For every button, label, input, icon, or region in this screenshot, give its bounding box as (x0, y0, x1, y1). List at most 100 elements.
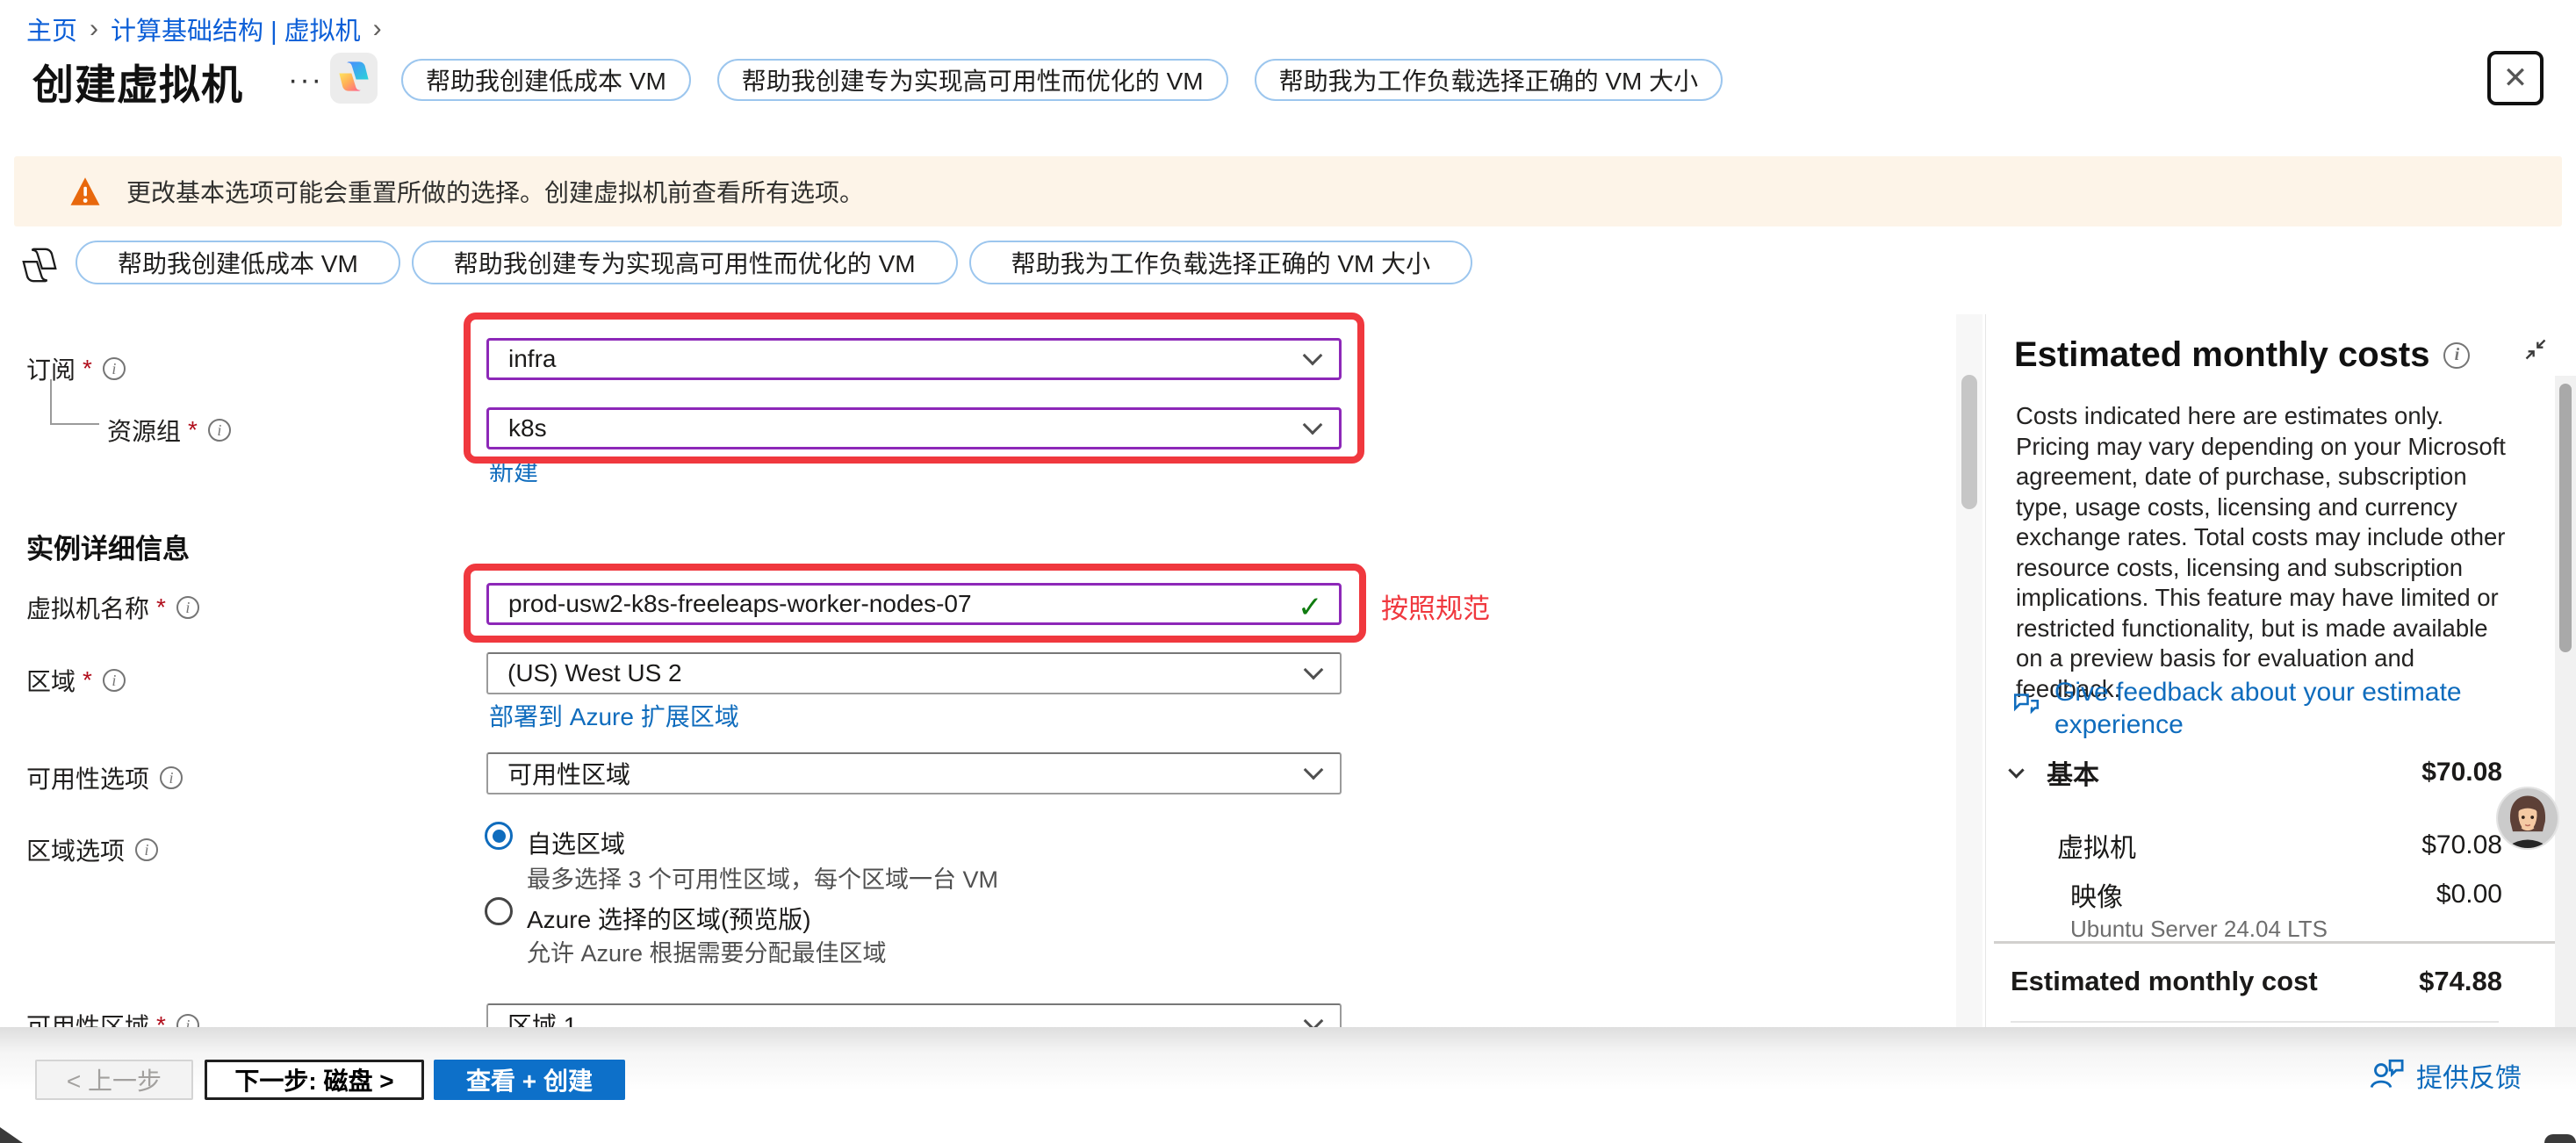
copilot-button[interactable] (330, 53, 378, 104)
vm-name-label: 虚拟机名称 * i (26, 590, 199, 625)
warning-banner: 更改基本选项可能会重置所做的选择。创建虚拟机前查看所有选项。 (14, 156, 2562, 226)
deploy-edge-zone-link[interactable]: 部署到 Azure 扩展区域 (489, 698, 739, 733)
previous-step-button[interactable]: < 上一步 (35, 1060, 193, 1100)
required-mark: * (188, 416, 198, 444)
cost-group-name: 基本 (2047, 753, 2099, 792)
suggestion-high-availability-vm-button[interactable]: 帮助我创建专为实现高可用性而优化的 VM (412, 241, 958, 284)
more-options-button[interactable]: ··· (288, 63, 323, 97)
cost-panel-description: Costs indicated here are estimates only.… (2016, 401, 2508, 704)
cost-item-name: 映像 (2070, 875, 2123, 914)
page-title: 创建虚拟机 (32, 51, 243, 111)
zone-options-label: 区域选项 i (26, 832, 158, 867)
azure-selected-zones-radio-desc: 允许 Azure 根据需要分配最佳区域 (527, 934, 887, 968)
cost-item-detail: Ubuntu Server 24.04 LTS (2070, 916, 2328, 943)
tree-connector (50, 379, 99, 425)
review-create-button[interactable]: 查看 + 创建 (434, 1060, 625, 1100)
breadcrumb-separator-icon: › (90, 14, 98, 44)
self-selected-zones-radio[interactable] (485, 822, 513, 850)
panel-scrollbar-thumb[interactable] (2559, 384, 2572, 652)
person-feedback-icon (2369, 1057, 2406, 1095)
form-scrollbar-track[interactable] (1956, 314, 1982, 1027)
close-icon: ✕ (2503, 61, 2529, 96)
feedback-bubbles-icon (2011, 688, 2042, 741)
estimate-feedback-link[interactable]: Give feedback about your estimate experi… (2011, 676, 2502, 741)
availability-options-label: 可用性选项 i (26, 760, 183, 795)
next-step-disks-button[interactable]: 下一步: 磁盘 > (205, 1060, 424, 1100)
availability-zone-label: 可用性区域 * i (26, 1008, 199, 1027)
create-vm-page: { "colors": { "accent_purple": "#8d28b8"… (0, 0, 2576, 1143)
total-cost-row: Estimated monthly cost $74.88 (2011, 966, 2502, 997)
avatar-image (2498, 788, 2558, 848)
self-selected-zones-radio-desc: 最多选择 3 个可用性区域，每个区域一台 VM (527, 860, 998, 895)
close-button[interactable]: ✕ (2487, 51, 2544, 105)
cost-item-row: 映像 $0.00 (2070, 875, 2502, 914)
required-mark: * (156, 593, 166, 622)
chevron-down-icon (1303, 415, 1323, 435)
divider (2011, 1021, 2499, 1023)
self-selected-zones-radio-label[interactable]: 自选区域 (527, 825, 625, 860)
valid-check-icon: ✓ (1298, 590, 1323, 625)
subscription-dropdown[interactable]: infra (486, 338, 1342, 380)
azure-selected-zones-radio-label[interactable]: Azure 选择的区域(预览版) (527, 901, 811, 936)
cost-item-row: 虚拟机 $70.08 (2057, 826, 2502, 865)
cost-panel-title: Estimated monthly costs i (2014, 335, 2470, 375)
availability-zone-row-clipped: 可用性区域 * i 区域 1 (0, 1001, 1982, 1027)
cost-group-row[interactable]: 基本 $70.08 (2011, 753, 2502, 792)
required-mark: * (156, 1011, 166, 1027)
region-label: 区域 * i (26, 663, 126, 698)
form-scrollbar-thumb[interactable] (1961, 375, 1977, 509)
info-icon[interactable]: i (160, 766, 183, 789)
copilot-suggestion-bar: 帮助我创建低成本 VM 帮助我创建专为实现高可用性而优化的 VM 帮助我为工作负… (76, 241, 1472, 284)
header-copilot-suggestions: 帮助我创建低成本 VM 帮助我创建专为实现高可用性而优化的 VM 帮助我为工作负… (401, 59, 1723, 101)
resource-group-dropdown[interactable]: k8s (486, 407, 1342, 449)
footer-bar: < 上一步 下一步: 磁盘 > 查看 + 创建 提供反馈 (0, 1027, 2576, 1143)
create-new-resource-group-link[interactable]: 新建 (489, 453, 538, 488)
estimated-costs-panel: Estimated monthly costs i Costs indicate… (1985, 314, 2576, 1143)
chevron-down-icon (1304, 760, 1324, 780)
total-cost-amount: $74.88 (2419, 966, 2502, 997)
instance-details-section-title: 实例详细信息 (26, 527, 190, 566)
availability-zone-dropdown[interactable]: 区域 1 (486, 1003, 1342, 1027)
cost-item-amount: $0.00 (2436, 880, 2502, 909)
give-feedback-link[interactable]: 提供反馈 (2369, 1056, 2522, 1095)
region-dropdown[interactable]: (US) West US 2 (486, 652, 1342, 694)
availability-options-dropdown[interactable]: 可用性区域 (486, 752, 1342, 794)
warning-banner-text: 更改基本选项可能会重置所做的选择。创建虚拟机前查看所有选项。 (126, 174, 864, 209)
total-cost-label: Estimated monthly cost (2011, 966, 2318, 997)
breadcrumb-section-link[interactable]: 计算基础结构 | 虚拟机 (111, 11, 361, 47)
suggestion-right-vm-size-button[interactable]: 帮助我为工作负载选择正确的 VM 大小 (969, 241, 1473, 284)
divider (1994, 941, 2556, 944)
assistant-avatar[interactable] (2496, 787, 2559, 850)
info-icon[interactable]: i (103, 669, 126, 692)
breadcrumb-separator-icon: › (373, 14, 382, 44)
cost-group-amount: $70.08 (2421, 758, 2502, 787)
cost-item-amount: $70.08 (2421, 830, 2502, 860)
chevron-down-icon (2008, 762, 2024, 778)
info-icon[interactable]: i (135, 838, 158, 861)
info-icon[interactable]: i (2443, 342, 2470, 369)
breadcrumb-home-link[interactable]: 主页 (26, 11, 77, 47)
suggestion-low-cost-vm-button[interactable]: 帮助我创建低成本 VM (76, 241, 400, 284)
suggestion-high-availability-vm-button[interactable]: 帮助我创建专为实现高可用性而优化的 VM (717, 59, 1228, 101)
chevron-down-icon (1304, 660, 1324, 680)
azure-selected-zones-radio[interactable] (485, 897, 513, 925)
info-icon[interactable]: i (176, 1014, 199, 1027)
warning-icon (68, 176, 102, 207)
required-mark: * (83, 666, 92, 694)
cost-item-name: 虚拟机 (2057, 826, 2136, 865)
copilot-outline-icon (19, 244, 60, 291)
chevron-down-icon (1304, 1011, 1324, 1027)
copilot-icon (335, 57, 372, 100)
vm-name-input[interactable] (486, 583, 1342, 625)
vm-name-annotation-text: 按照规范 (1381, 586, 1490, 626)
info-icon[interactable]: i (176, 596, 199, 619)
info-icon[interactable]: i (103, 357, 126, 380)
background-window-corner (2544, 1134, 2576, 1143)
suggestion-low-cost-vm-button[interactable]: 帮助我创建低成本 VM (401, 59, 691, 101)
collapse-panel-button[interactable] (2523, 337, 2548, 366)
info-icon[interactable]: i (208, 419, 231, 442)
breadcrumb: 主页 › 计算基础结构 | 虚拟机 › (26, 11, 394, 47)
chevron-down-icon (1303, 346, 1323, 366)
resource-group-label: 资源组 * i (107, 413, 231, 448)
suggestion-right-vm-size-button[interactable]: 帮助我为工作负载选择正确的 VM 大小 (1255, 59, 1723, 101)
